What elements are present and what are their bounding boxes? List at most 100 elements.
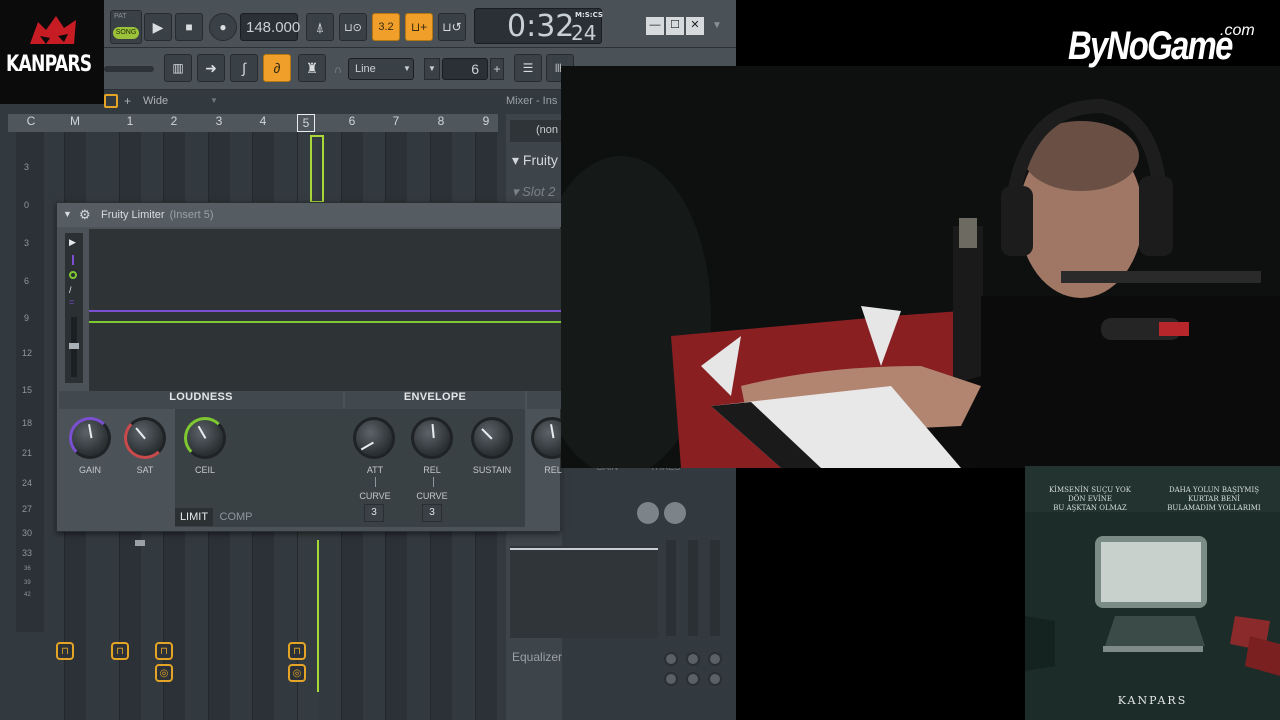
step-display[interactable]: 6 [442, 58, 488, 80]
piano-roll-button[interactable]: ▥ [164, 54, 192, 82]
step-edit-button[interactable]: ⊔+ [405, 13, 433, 41]
step-increment-button[interactable]: + [490, 58, 504, 80]
tempo-display[interactable]: 148.000 [240, 13, 300, 41]
ceiling-knob[interactable] [184, 417, 226, 459]
arrow-tool-button[interactable]: ➜ [197, 54, 225, 82]
limiter-insert: (Insert 5) [169, 209, 214, 221]
channel-label-4[interactable]: 4 [252, 114, 274, 132]
channel-label-2[interactable]: 2 [163, 114, 185, 132]
loop-record-button[interactable]: ⊔↺ [438, 13, 466, 41]
mixer-view-toggle[interactable] [104, 94, 118, 108]
channel-label-c[interactable]: C [20, 114, 42, 132]
channel-label-m[interactable]: M [64, 114, 86, 132]
eq-freq-knob[interactable] [686, 652, 700, 666]
slot-none[interactable]: (non [510, 120, 562, 142]
master-volume-slider[interactable] [104, 66, 154, 72]
song-mode-toggle[interactable]: PAT SONG [110, 10, 142, 44]
eq-bw-knob[interactable] [664, 672, 678, 686]
collapse-icon[interactable]: ▼ [63, 209, 72, 219]
release-knob[interactable] [411, 417, 453, 459]
route-button[interactable]: ⊓ [155, 642, 173, 660]
display-slider-handle[interactable] [69, 343, 79, 349]
eq-bw-knob[interactable] [686, 672, 700, 686]
maximize-button[interactable]: ☐ [666, 17, 684, 35]
eq-band-fader[interactable] [688, 540, 698, 636]
record-button[interactable]: ● [209, 13, 237, 41]
limiter-title-bar[interactable]: ▼ ⚙ Fruity Limiter (Insert 5) [57, 203, 562, 227]
slot-1-plugin[interactable]: ▾ Fruity [512, 152, 558, 169]
rel-curve-connector [433, 477, 434, 487]
countdown-button[interactable]: 3.2 [372, 13, 400, 41]
selected-insert-highlight [310, 135, 324, 203]
slot-2[interactable]: ▾ Slot 2 [512, 184, 555, 200]
att-curve-value[interactable]: 3 [364, 504, 384, 522]
route-button[interactable]: ◎ [288, 664, 306, 682]
attack-knob[interactable] [353, 417, 395, 459]
sustain-knob[interactable] [471, 417, 513, 459]
webcam-image [561, 66, 1280, 468]
route-button[interactable]: ◎ [155, 664, 173, 682]
eq-band-fader[interactable] [666, 540, 676, 636]
fader-handle[interactable] [135, 540, 145, 546]
prev-preset-button[interactable] [637, 502, 659, 524]
play-button[interactable]: ▶ [144, 13, 172, 41]
play-icon[interactable]: ▶ [69, 237, 76, 248]
route-button[interactable]: ⊓ [56, 642, 74, 660]
saturation-knob[interactable] [124, 417, 166, 459]
eq-graph[interactable] [510, 546, 658, 638]
channel-label-7[interactable]: 7 [385, 114, 407, 132]
metronome-button[interactable]: ⍋ [306, 13, 334, 41]
menu-chevron-icon[interactable]: ▼ [712, 20, 722, 31]
snap-select[interactable]: Line ▼ [348, 58, 414, 80]
song-label: SONG [113, 27, 139, 39]
time-format: M:S:CS [575, 11, 603, 19]
minimize-button[interactable]: — [646, 17, 664, 35]
wait-input-button[interactable]: ⊔⊙ [339, 13, 367, 41]
stamp-button[interactable]: ♜ [298, 54, 326, 82]
equals-icon[interactable]: = [69, 297, 74, 307]
link-button[interactable]: ∂ [263, 54, 291, 82]
eq-freq-knob[interactable] [664, 652, 678, 666]
eq-bw-knob[interactable] [708, 672, 722, 686]
preset-name[interactable]: Wide [143, 95, 168, 107]
pencil-icon[interactable]: / [69, 285, 72, 295]
eq-band-fader[interactable] [710, 540, 720, 636]
mixer-title: Mixer - Ins [506, 95, 558, 107]
pencil-tool-button[interactable]: ∫ [230, 54, 258, 82]
rel-curve-value[interactable]: 3 [422, 504, 442, 522]
chevron-down-icon: ▼ [403, 64, 411, 73]
db-tick: 36 [24, 566, 31, 572]
comp-mode-button[interactable]: COMP [215, 508, 257, 526]
channel-label-6[interactable]: 6 [341, 114, 363, 132]
route-button[interactable]: ⊓ [288, 642, 306, 660]
channel-label-5-selected[interactable]: 5 [297, 114, 315, 132]
next-preset-button[interactable] [664, 502, 686, 524]
step-dropdown[interactable]: ▼ [424, 58, 440, 80]
knob-indicator [481, 428, 493, 440]
metronome-icon: ⍋ [315, 18, 325, 35]
db-tick: 27 [22, 504, 33, 514]
route-button[interactable]: ⊓ [111, 642, 129, 660]
channel-label-3[interactable]: 3 [208, 114, 230, 132]
eq-freq-knob[interactable] [708, 652, 722, 666]
kanpars-logo-text: KANPARS [6, 52, 92, 77]
channel-label-9[interactable]: 9 [475, 114, 497, 132]
main-toolbar: PAT SONG ▶ ■ ● 148.000 ⍋ ⊔⊙ 3.2 ⊔+ ⊔↺ 0:… [0, 0, 736, 48]
add-icon[interactable]: + [124, 94, 131, 108]
limit-mode-button[interactable]: LIMIT [175, 508, 213, 526]
ceiling-line [89, 310, 562, 312]
time-display[interactable]: 0:32 M:S:CS 24 [474, 8, 603, 45]
gain-knob[interactable] [69, 417, 111, 459]
green-circle-icon[interactable] [69, 271, 77, 279]
stamp-icon: ♜ [305, 59, 319, 76]
close-button[interactable]: ✕ [686, 17, 704, 35]
preset-chevron-icon[interactable]: ▼ [210, 96, 218, 105]
playlist-button[interactable]: ☰ [514, 54, 542, 82]
play-icon: ▶ [152, 18, 164, 35]
stop-button[interactable]: ■ [175, 13, 203, 41]
insert-5-level-meter [317, 540, 319, 692]
channel-label-1[interactable]: 1 [119, 114, 141, 132]
gain-label: GAIN [78, 465, 101, 475]
channel-label-8[interactable]: 8 [430, 114, 452, 132]
gear-icon[interactable]: ⚙ [79, 207, 91, 223]
